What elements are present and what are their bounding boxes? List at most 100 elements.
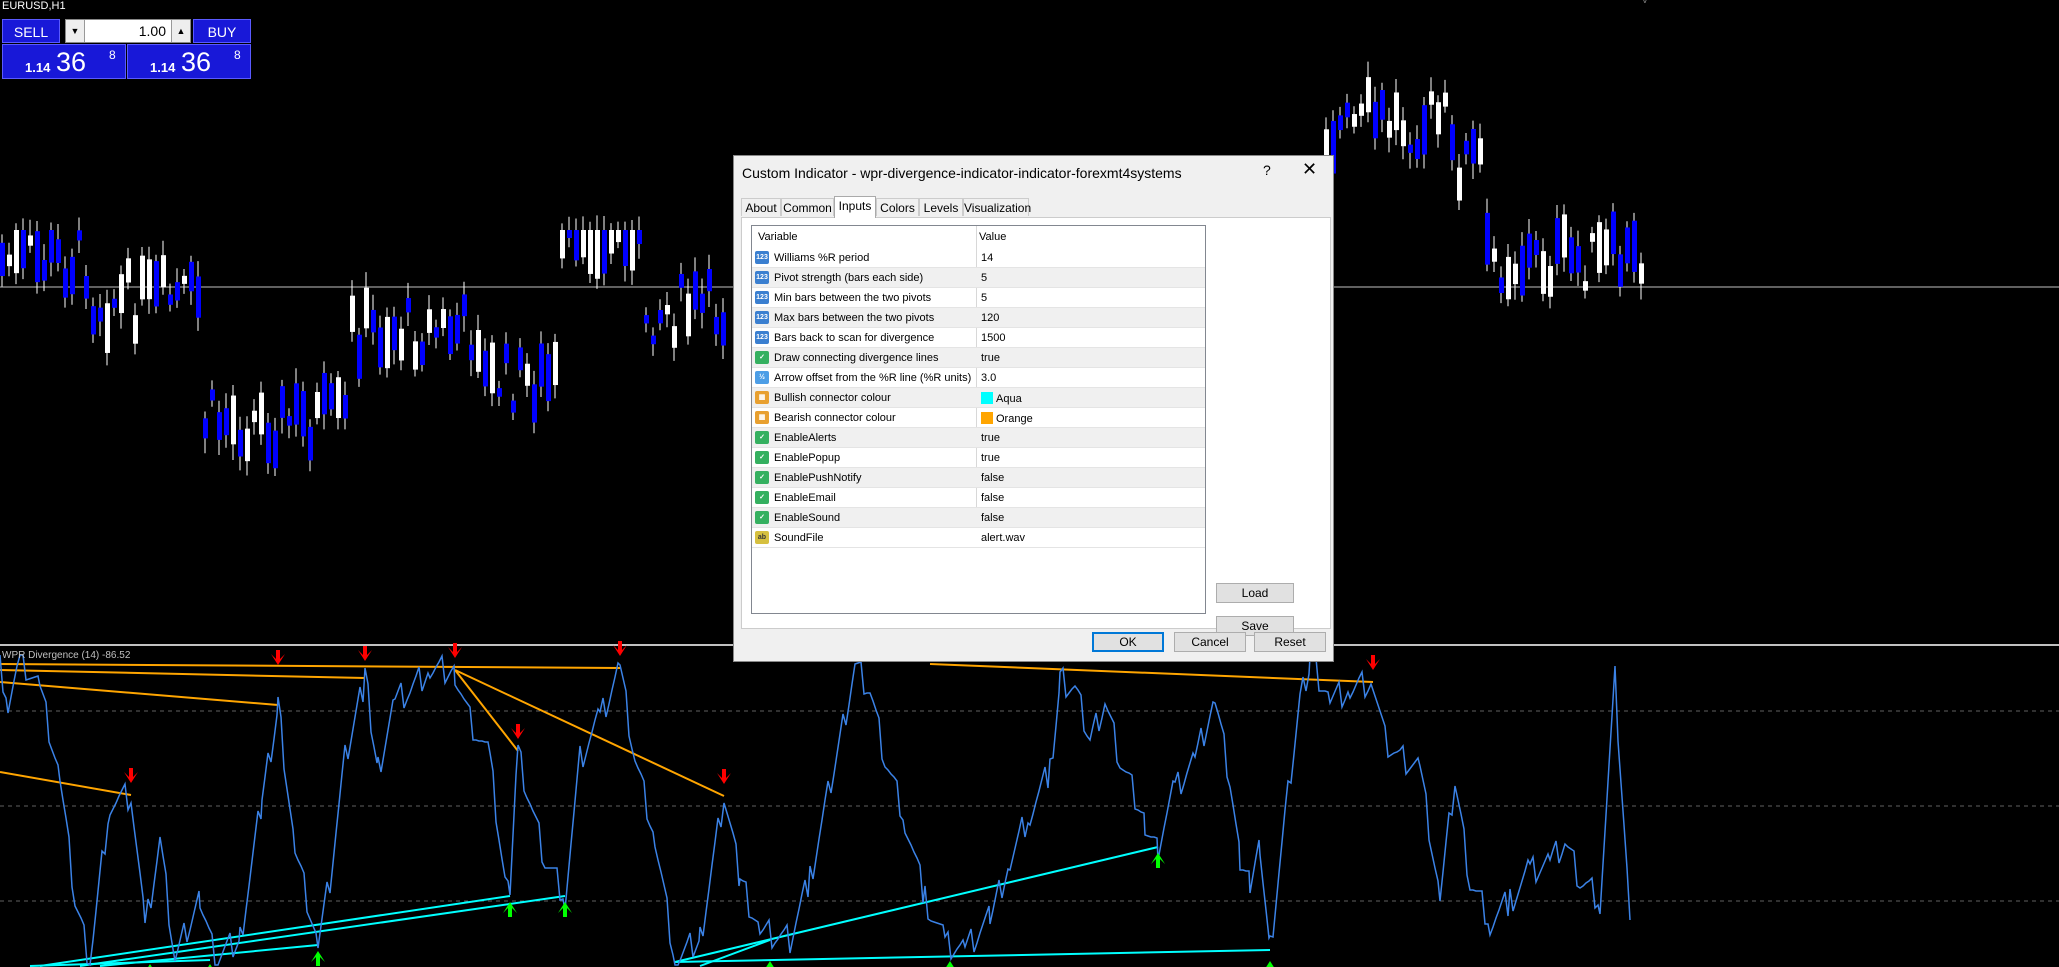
input-row[interactable]: ✓ EnablePopup true <box>752 448 1205 468</box>
input-row[interactable]: 123 Max bars between the two pivots 120 <box>752 308 1205 328</box>
column-header-value[interactable]: Value <box>979 231 1006 243</box>
candle-body <box>651 335 656 345</box>
candle-body <box>595 230 600 279</box>
candle-body <box>1373 101 1378 139</box>
input-value[interactable]: 14 <box>981 252 993 264</box>
input-value[interactable]: Aqua <box>981 392 1022 405</box>
bullish-connectors <box>29 846 1271 967</box>
input-value[interactable]: 5 <box>981 272 987 284</box>
candle-body <box>1534 240 1539 256</box>
input-name: Williams %R period <box>774 252 870 264</box>
sell-button[interactable]: SELL <box>2 19 60 43</box>
input-value[interactable]: 1500 <box>981 332 1005 344</box>
input-name: EnablePushNotify <box>774 472 862 484</box>
candle-body <box>588 230 593 274</box>
candle-body <box>1499 277 1504 294</box>
reset-button[interactable]: Reset <box>1254 632 1326 652</box>
input-row[interactable]: ab SoundFile alert.wav <box>752 528 1205 548</box>
tab-colors[interactable]: Colors <box>876 198 919 216</box>
candle-body <box>322 372 327 415</box>
up-arrow-icon <box>311 951 325 966</box>
input-row[interactable]: 123 Pivot strength (bars each side) 5 <box>752 268 1205 288</box>
tab-levels[interactable]: Levels <box>919 198 963 216</box>
number-icon: 123 <box>755 291 769 304</box>
input-value[interactable]: 120 <box>981 312 999 324</box>
tab-inputs[interactable]: Inputs <box>834 196 876 218</box>
input-row[interactable]: ✓ EnableAlerts true <box>752 428 1205 448</box>
tab-about[interactable]: About <box>741 198 781 216</box>
candle-body <box>1611 211 1616 255</box>
input-name: EnableEmail <box>774 492 836 504</box>
candle-body <box>91 306 96 335</box>
input-value[interactable]: Orange <box>981 412 1033 425</box>
input-value[interactable]: false <box>981 472 1004 484</box>
color-icon: ▦ <box>755 391 769 404</box>
candle-body <box>1576 246 1581 273</box>
column-header-variable[interactable]: Variable <box>758 231 798 243</box>
candle-body <box>1478 138 1483 165</box>
input-row[interactable]: 123 Williams %R period 14 <box>752 248 1205 268</box>
candle-body <box>574 230 579 261</box>
candle-body <box>385 316 390 369</box>
input-row[interactable]: ✓ EnableSound false <box>752 508 1205 528</box>
input-value[interactable]: true <box>981 452 1000 464</box>
candle-body <box>700 293 705 313</box>
input-value[interactable]: alert.wav <box>981 532 1025 544</box>
candle-body <box>532 384 537 423</box>
buy-price-box[interactable]: 1.14 36 8 <box>127 44 251 79</box>
input-value-text: 3.0 <box>981 372 997 384</box>
cancel-button[interactable]: Cancel <box>1174 632 1246 652</box>
load-button[interactable]: Load <box>1216 583 1294 603</box>
scroll-marker: ˅ <box>1642 0 1648 7</box>
input-value[interactable]: false <box>981 512 1004 524</box>
candle-body <box>644 315 649 324</box>
lot-size-value[interactable]: 1.00 <box>86 20 170 42</box>
candle-body <box>357 334 362 379</box>
down-arrow-icon <box>1366 655 1380 670</box>
input-name: Bullish connector colour <box>774 392 891 404</box>
inputs-table[interactable]: Variable Value 123 Williams %R period 14 12… <box>751 225 1206 614</box>
candle-body <box>581 230 586 258</box>
ok-button[interactable]: OK <box>1092 632 1164 652</box>
lot-size-field[interactable]: ▼ 1.00 ▲ <box>65 19 191 43</box>
increase-lot-icon[interactable]: ▲ <box>171 20 190 42</box>
candle-body <box>1422 105 1427 155</box>
input-row[interactable]: 123 Bars back to scan for divergence 1500 <box>752 328 1205 348</box>
input-value-text: true <box>981 452 1000 464</box>
input-value-text: true <box>981 432 1000 444</box>
candle-body <box>1485 212 1490 265</box>
input-row[interactable]: ✓ EnableEmail false <box>752 488 1205 508</box>
sell-price-box[interactable]: 1.14 36 8 <box>2 44 126 79</box>
buy-button[interactable]: BUY <box>193 19 251 43</box>
close-icon[interactable]: ✕ <box>1302 159 1317 180</box>
decrease-lot-icon[interactable]: ▼ <box>66 20 85 42</box>
candle-body <box>567 230 572 239</box>
number-icon: 123 <box>755 311 769 324</box>
candle-body <box>245 428 250 462</box>
candle-body <box>21 230 26 269</box>
candle-body <box>28 235 33 246</box>
input-value[interactable]: false <box>981 492 1004 504</box>
input-row[interactable]: ✓ Draw connecting divergence lines true <box>752 348 1205 368</box>
string-icon: ab <box>755 531 769 544</box>
input-value-text: 5 <box>981 292 988 304</box>
sell-price-pips: 36 <box>56 47 87 77</box>
input-name: Pivot strength (bars each side) <box>774 272 924 284</box>
input-row[interactable]: ½ Arrow offset from the %R line (%R units… <box>752 368 1205 388</box>
input-value[interactable]: true <box>981 432 1000 444</box>
double-icon: ½ <box>755 371 769 384</box>
input-row[interactable]: 123 Min bars between the two pivots 5 <box>752 288 1205 308</box>
candle-body <box>427 309 432 333</box>
input-value[interactable]: 5 <box>981 292 987 304</box>
input-row[interactable]: ▦ Bullish connector colour Aqua <box>752 388 1205 408</box>
candle-body <box>112 298 117 308</box>
help-icon[interactable]: ? <box>1263 162 1271 178</box>
input-value[interactable]: 3.0 <box>981 372 996 384</box>
down-arrow-icon <box>717 769 731 784</box>
tab-common[interactable]: Common <box>781 198 834 216</box>
candle-body <box>1401 120 1406 147</box>
input-value[interactable]: true <box>981 352 1000 364</box>
input-row[interactable]: ✓ EnablePushNotify false <box>752 468 1205 488</box>
tab-visualization[interactable]: Visualization <box>963 198 1031 216</box>
input-row[interactable]: ▦ Bearish connector colour Orange <box>752 408 1205 428</box>
